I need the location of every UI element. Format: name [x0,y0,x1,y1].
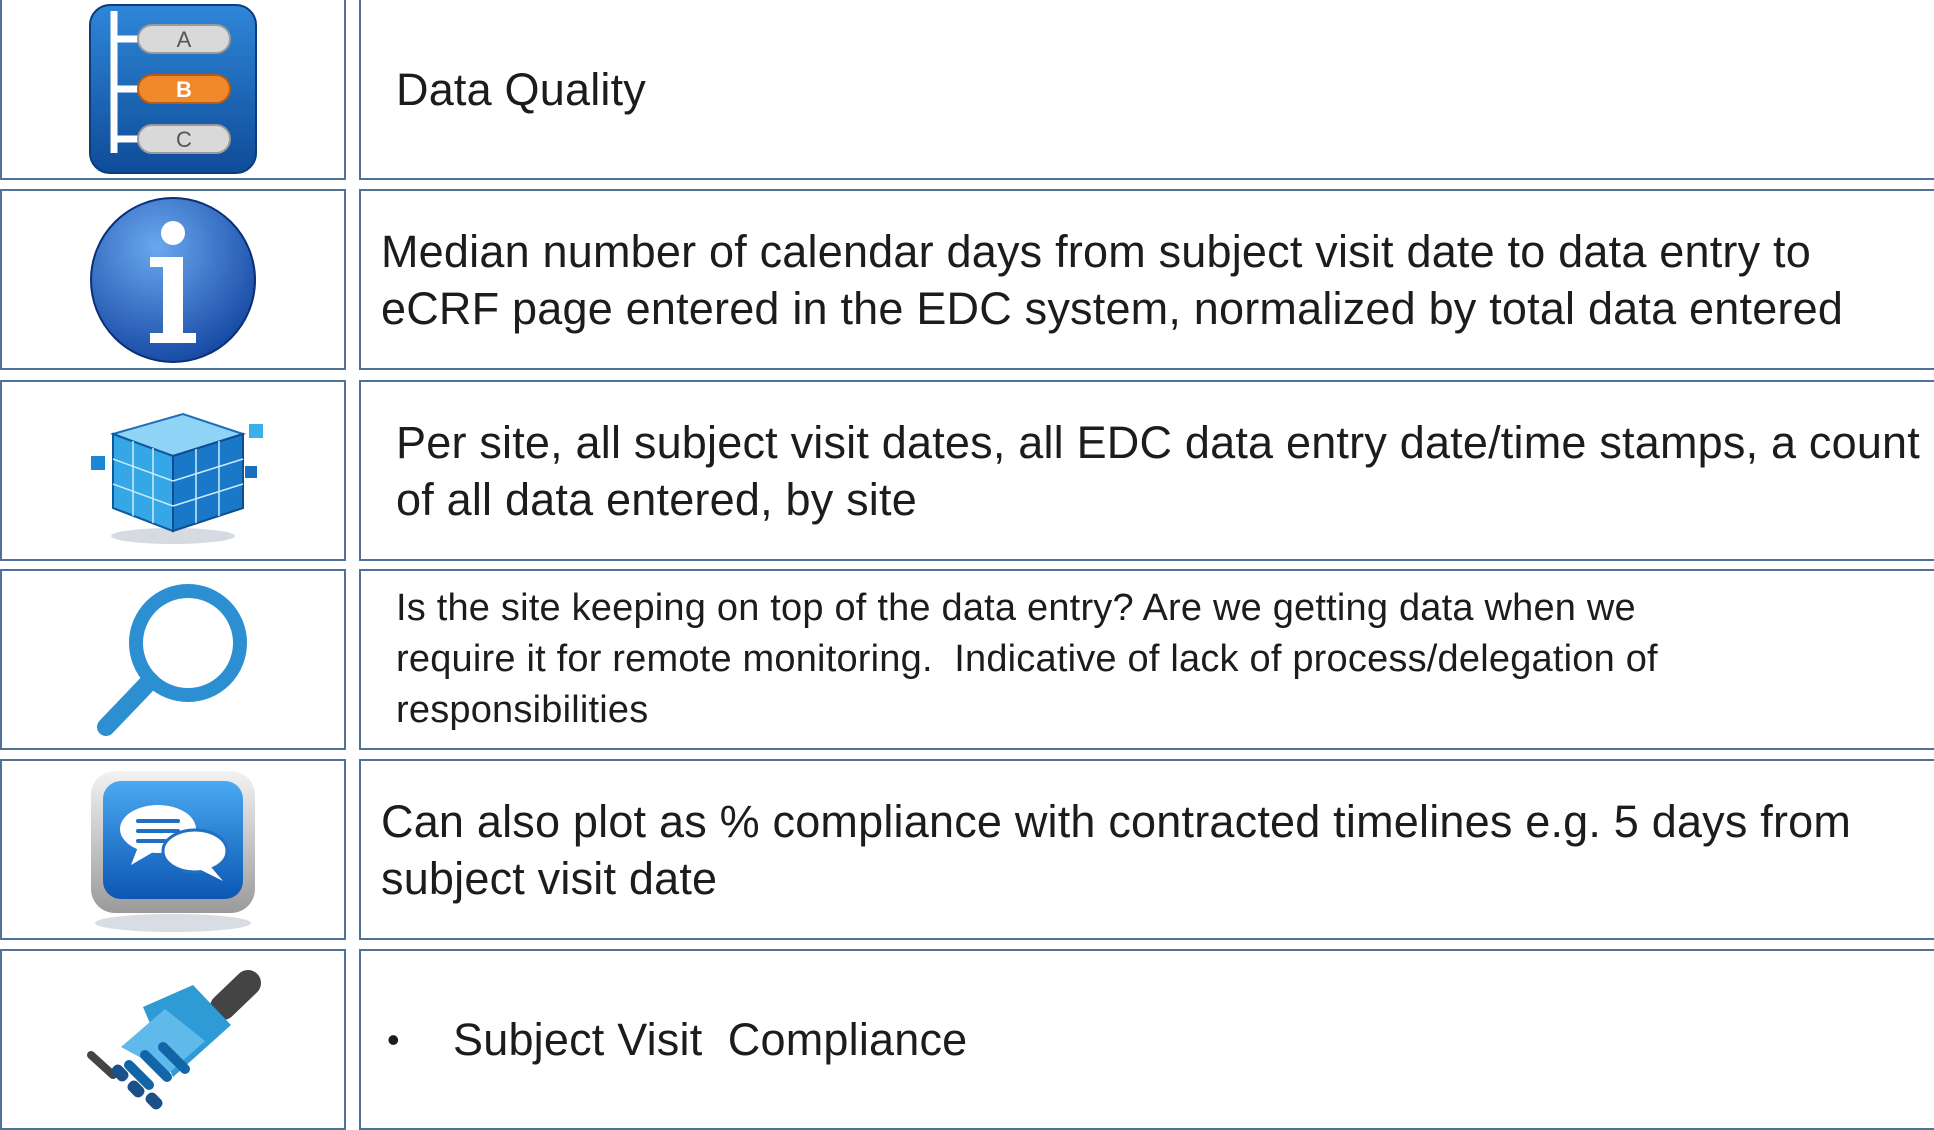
comments-line-2: subject visit date [381,852,718,904]
abc-letter-c: C [176,127,192,152]
bullet-item: • Subject Visit Compliance [361,1011,967,1068]
text-cell-data-source: Per site, all subject visit dates, all E… [359,380,1934,561]
data-source-line-1: Per site, all subject visit dates, all E… [396,416,1920,468]
text-cell-data-quality: Data Quality [359,0,1934,180]
related-kpi: Subject Visit Compliance [453,1014,968,1065]
row-title: Data Quality [396,63,647,115]
icon-cell-related [0,949,346,1130]
icon-cell-definition [0,189,346,370]
data-cube-icon [73,396,273,546]
icon-cell-data-source [0,380,346,561]
abc-list-icon: A B C [88,3,258,175]
text-cell-related: • Subject Visit Compliance [359,949,1934,1130]
abc-letter-b: B [176,77,192,102]
comments-line-1: Can also plot as % compliance with contr… [381,795,1852,847]
info-icon [88,195,258,365]
abc-letter-a: A [177,27,192,52]
icon-cell-purpose [0,569,346,750]
info-table: A B C Data Quality Median number of cale… [0,0,1934,1130]
definition-line-1: Median number of calendar days from subj… [381,225,1811,277]
icon-cell-comments [0,759,346,940]
text-cell-purpose: Is the site keeping on top of the data e… [359,569,1934,750]
icon-cell-data-quality: A B C [0,0,346,180]
definition-line-2: eCRF page entered in the EDC system, nor… [381,282,1844,334]
data-source-line-2: of all data entered, by site [396,473,917,525]
purpose-line-1: Is the site keeping on top of the data e… [396,587,1636,629]
purpose-line-2: require it for remote monitoring. Indica… [396,638,1658,680]
purpose-line-3: responsibilities [396,689,649,731]
magnifier-icon [88,575,258,745]
chat-bubbles-icon [83,765,263,935]
text-cell-definition: Median number of calendar days from subj… [359,189,1934,370]
handshake-icon [73,955,273,1125]
text-cell-comments: Can also plot as % compliance with contr… [359,759,1934,940]
bullet-marker: • [387,1018,400,1060]
